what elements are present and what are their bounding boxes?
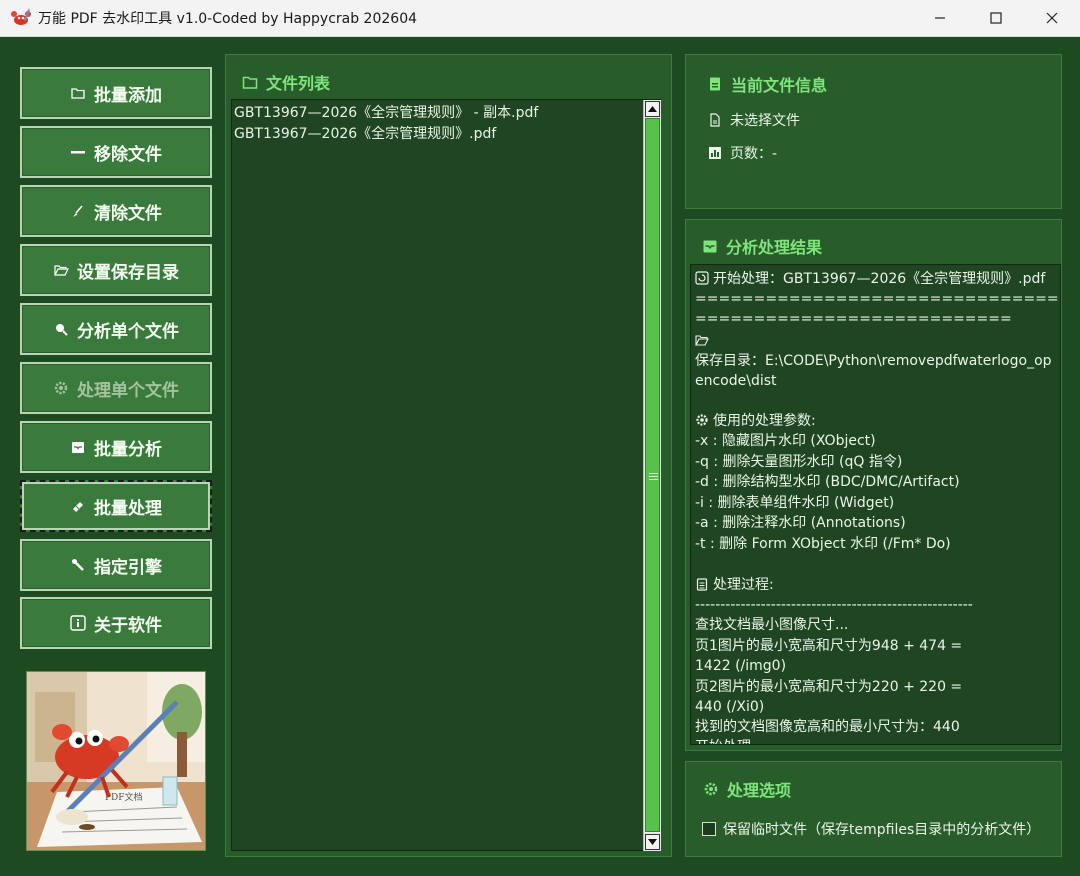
result-title: 分析处理结果 [702, 234, 822, 258]
current-file-value: 未选择文件 [730, 113, 800, 129]
log-line [695, 331, 713, 351]
close-icon [1046, 12, 1058, 24]
title-bar: 万能 PDF 去水印工具 v1.0-Coded by Happycrab 202… [0, 0, 1080, 37]
log-line: -d : 删除结构型水印 (BDC/DMC/Artifact) [695, 474, 960, 490]
maximize-button[interactable] [968, 0, 1024, 36]
clear-files-button[interactable]: 清除文件 [20, 185, 212, 237]
keep-temp-label[interactable]: 保留临时文件（保存tempfiles目录中的分析文件） [723, 819, 1040, 839]
bar-chart-icon [709, 147, 721, 159]
gear-icon [704, 782, 718, 796]
log-line: 保存目录：E:\CODE\Python\removepdfwaterlogo_o… [695, 353, 1052, 369]
log-line: =========================== [695, 311, 1012, 327]
process-single-button[interactable]: 处理单个文件 [20, 362, 212, 414]
folder-icon [70, 85, 86, 101]
button-label: 批量添加 [94, 85, 162, 106]
inbox-icon [703, 240, 717, 253]
batch-add-button[interactable]: 批量添加 [20, 67, 212, 119]
log-line: 开始处理：GBT13967—2026《全宗管理规则》.pdf [695, 269, 1045, 289]
magnifier-icon [53, 321, 69, 337]
brush-icon [70, 203, 86, 219]
inbox-icon [70, 439, 86, 455]
log-line: 1422 (/img0) [695, 658, 787, 674]
info-icon [70, 615, 86, 631]
file-icon [710, 113, 720, 127]
button-label: 设置保存目录 [77, 262, 179, 283]
remove-file-button[interactable]: 移除文件 [20, 126, 212, 178]
minimize-button[interactable] [912, 0, 968, 36]
keep-temp-checkbox[interactable] [702, 822, 716, 836]
button-label: 清除文件 [94, 203, 162, 224]
button-label: 批量分析 [94, 439, 162, 460]
crab-mascot-image: PDF文档 [26, 671, 206, 851]
result-log[interactable]: 开始处理：GBT13967—2026《全宗管理规则》.pdf =========… [690, 264, 1061, 745]
gear-icon [696, 414, 708, 426]
button-label: 移除文件 [94, 144, 162, 165]
log-line: -a : 删除注释水印 (Annotations) [695, 515, 906, 531]
file-listbox[interactable]: GBT13967—2026《全宗管理规则》 - 副本.pdf GBT13967—… [231, 99, 661, 851]
log-line: 页2图片的最小宽高和尺寸为220 + 220 = [695, 679, 963, 695]
document-icon [710, 77, 720, 91]
button-label: 关于软件 [94, 615, 162, 636]
page-count-row: 页数：- [708, 143, 777, 163]
log-line: 使用的处理参数: [695, 411, 816, 431]
log-line: encode\dist [695, 373, 777, 389]
log-line: ===================================== [695, 291, 1060, 307]
log-line: 440 (/Xi0) [695, 699, 765, 715]
log-line: -q : 删除矢量图形水印 (qQ 指令) [695, 454, 903, 470]
scroll-thumb[interactable] [645, 118, 660, 832]
gear-icon [53, 380, 69, 396]
log-line: 开始处理... [695, 737, 764, 744]
list-item[interactable]: GBT13967—2026《全宗管理规则》 - 副本.pdf [234, 102, 538, 122]
button-label: 处理单个文件 [77, 380, 179, 401]
crab-app-icon [11, 9, 31, 25]
refresh-icon [695, 271, 709, 285]
folder-open-icon [695, 335, 709, 346]
minus-icon [70, 144, 86, 160]
image-sign-text: PDF文档 [105, 791, 143, 803]
log-line: 处理过程: [695, 575, 774, 595]
up-arrow-icon [648, 106, 657, 112]
button-label: 指定引擎 [94, 557, 162, 578]
window-title: 万能 PDF 去水印工具 v1.0-Coded by Happycrab 202… [38, 11, 418, 27]
log-line: 查找文档最小图像尺寸... [695, 617, 849, 633]
button-label: 批量处理 [94, 498, 162, 519]
scroll-down-button[interactable] [645, 834, 660, 850]
file-list-scrollbar[interactable] [643, 100, 661, 851]
wrench-icon [70, 557, 86, 573]
minimize-icon [935, 17, 945, 19]
about-button[interactable]: 关于软件 [20, 597, 212, 649]
list-item[interactable]: GBT13967—2026《全宗管理规则》.pdf [234, 123, 496, 143]
folder-open-icon [53, 262, 69, 278]
log-line: ----------------------------------------… [695, 597, 973, 613]
maximize-icon [990, 12, 1002, 24]
options-title: 处理选项 [703, 777, 791, 801]
page-count-value: 页数：- [730, 146, 778, 162]
file-info-title: 当前文件信息 [707, 72, 827, 96]
set-engine-button[interactable]: 指定引擎 [20, 539, 212, 591]
batch-process-button[interactable]: 批量处理 [20, 480, 212, 532]
folder-icon [242, 76, 258, 89]
current-file-row: 未选择文件 [708, 110, 800, 130]
analyze-single-button[interactable]: 分析单个文件 [20, 303, 212, 355]
log-line: -x : 隐藏图片水印 (XObject) [695, 433, 876, 449]
down-arrow-icon [648, 839, 657, 845]
set-save-dir-button[interactable]: 设置保存目录 [20, 244, 212, 296]
options-panel [685, 761, 1062, 857]
button-label: 分析单个文件 [77, 321, 179, 342]
log-line: 页1图片的最小宽高和尺寸为948 + 474 = [695, 638, 963, 654]
clipboard-icon [696, 578, 708, 591]
log-line: -t : 删除 Form XObject 水印 (/Fm* Do) [695, 536, 951, 552]
batch-analyze-button[interactable]: 批量分析 [20, 421, 212, 473]
scroll-up-button[interactable] [645, 101, 660, 117]
log-line: -i : 删除表单组件水印 (Widget) [695, 495, 895, 511]
log-line: 找到的文档图像宽高和的最小尺寸为：440 [695, 719, 960, 735]
eraser-icon [70, 498, 86, 514]
file-list-title: 文件列表 [242, 70, 330, 94]
close-button[interactable] [1024, 0, 1080, 36]
